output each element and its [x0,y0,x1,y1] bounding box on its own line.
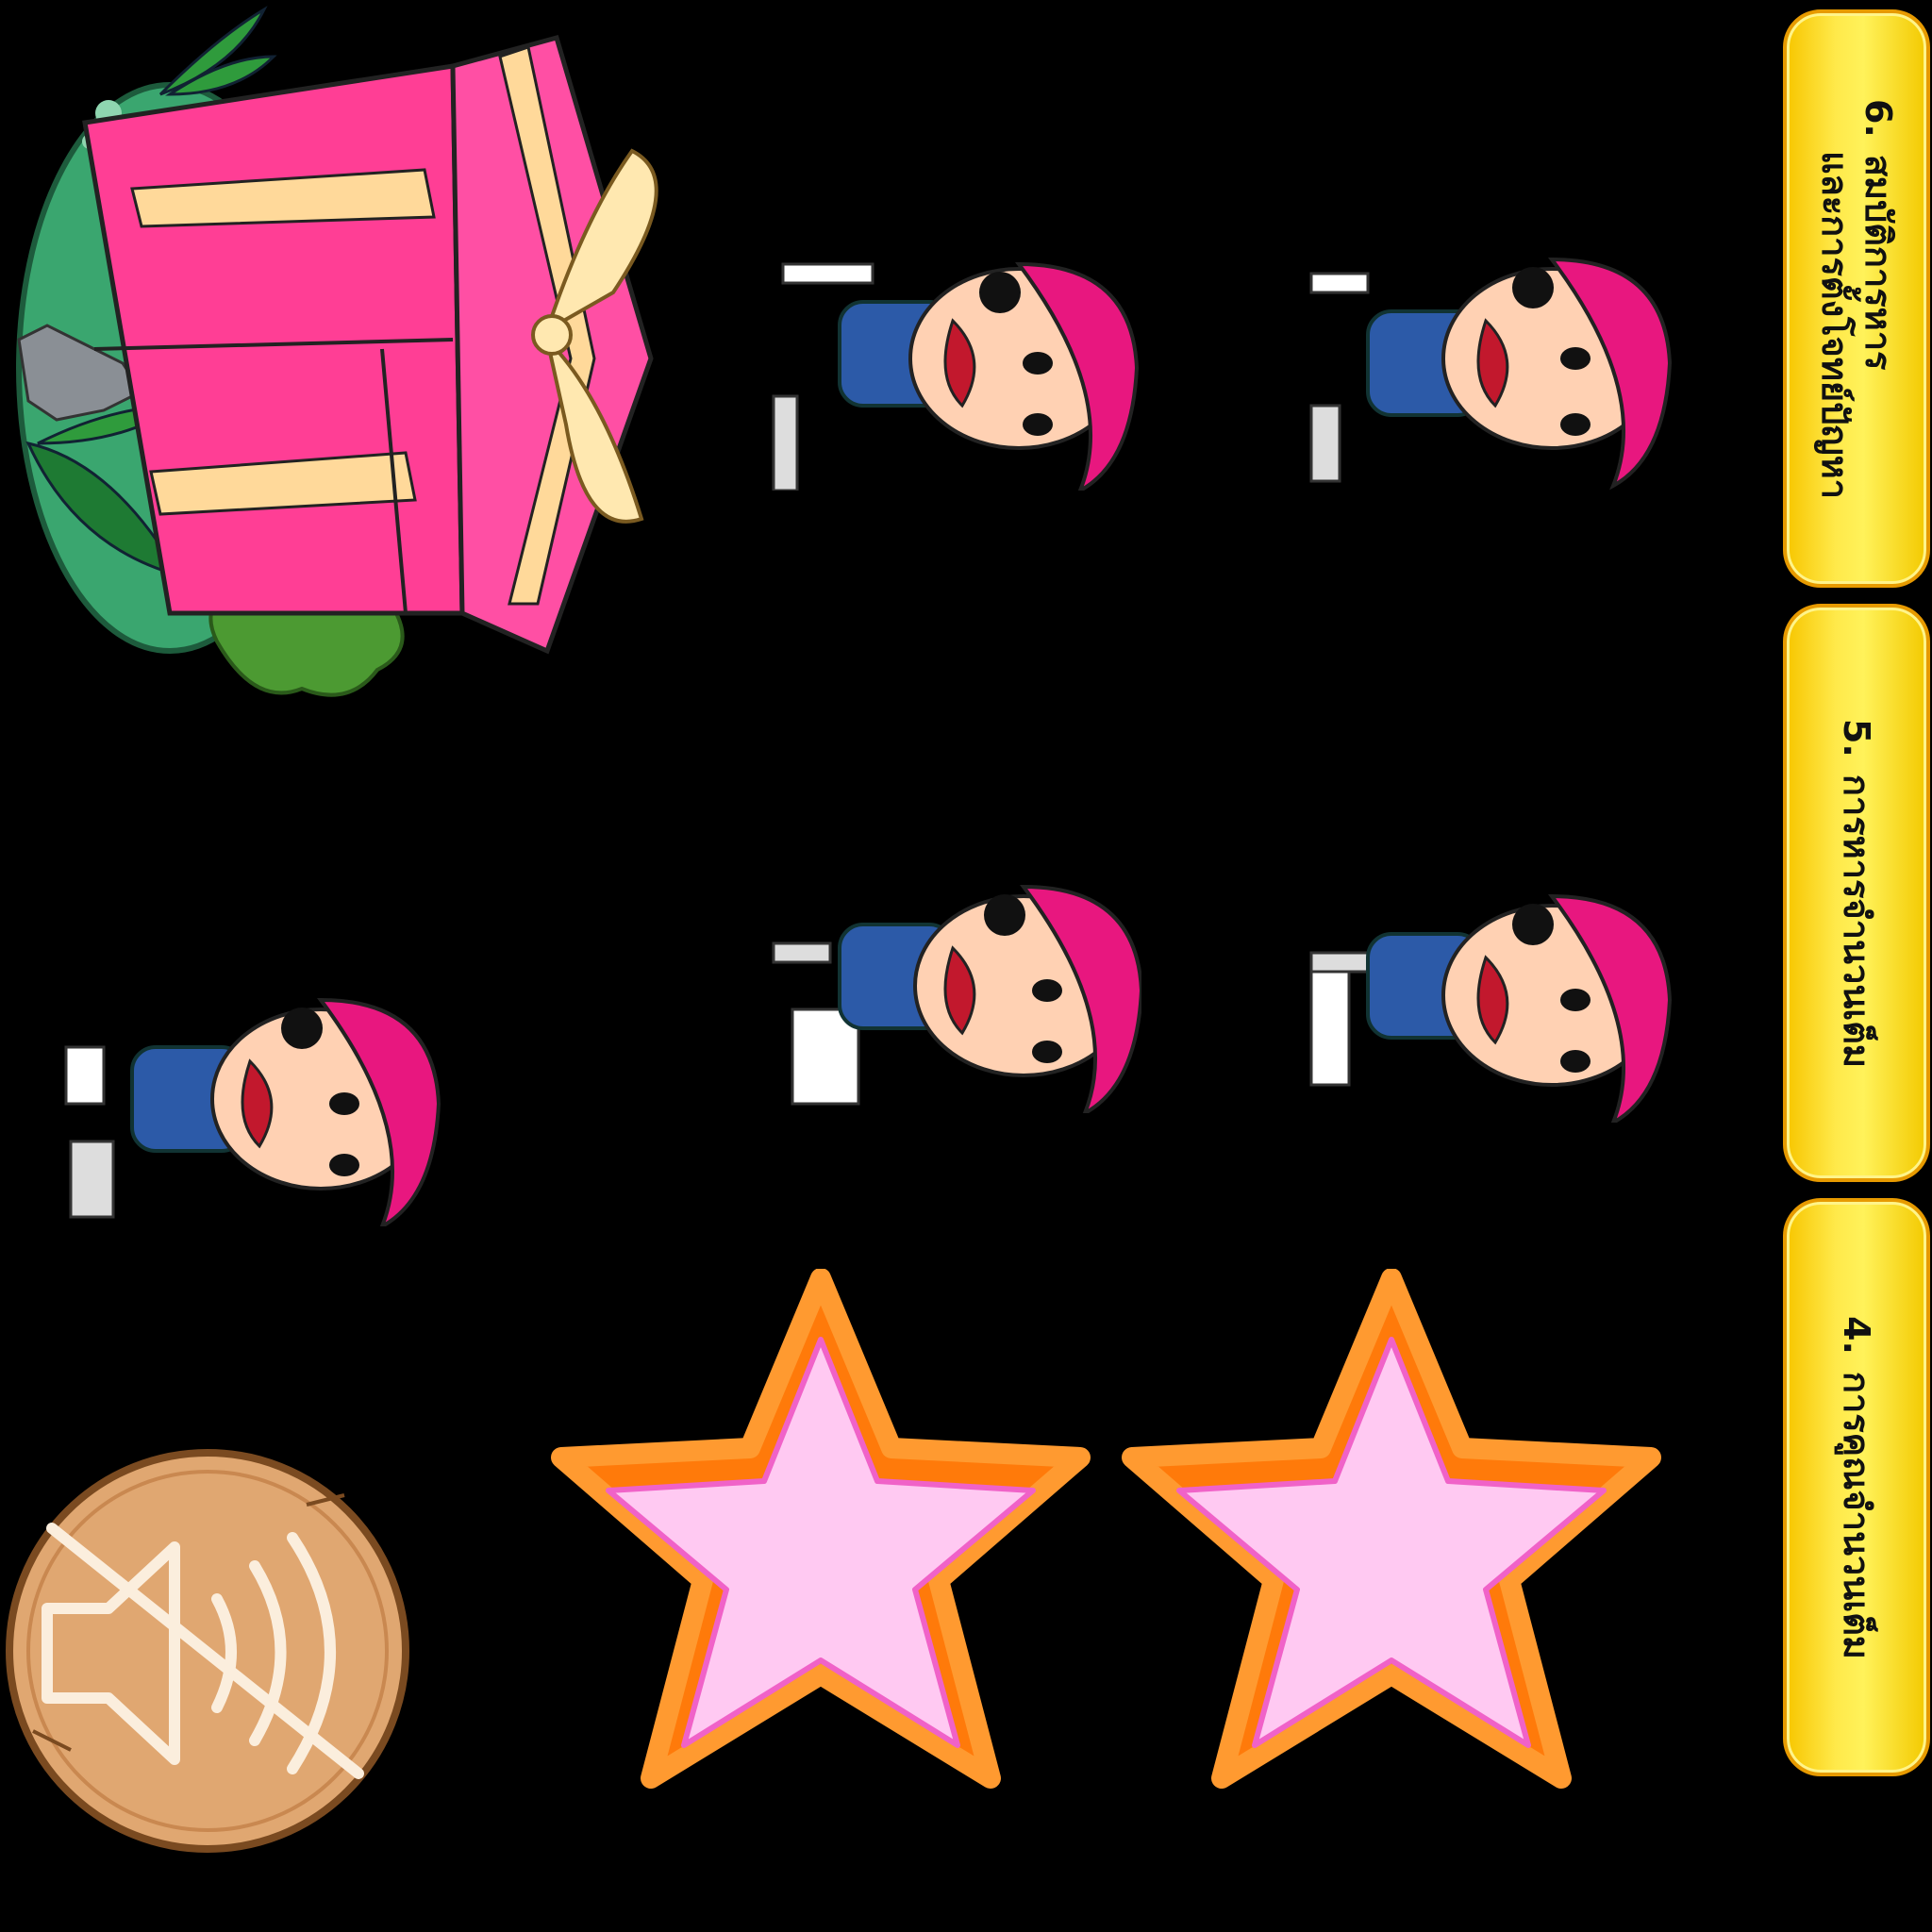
sound-muted-icon [6,1449,409,1853]
menu-button-5[interactable]: 5. การหารจำนวนเต็ม [1783,604,1930,1182]
star-icon [542,1269,1099,1797]
menu-button-5-number: 5. [1836,718,1877,758]
character-sprite-2 [1302,245,1679,491]
sound-toggle-button[interactable] [5,1448,410,1854]
character-sprite-4 [1302,877,1679,1123]
menu-button-4-number: 4. [1836,1315,1877,1355]
star-icon [1113,1269,1670,1797]
menu-button-4[interactable]: 4. การคูณจำนวนเต็ม [1783,1198,1930,1776]
menu-button-6-label: 6. สมบัติการหาร และการตั้งโจทย์ปัญหา [1813,98,1900,498]
menu-button-4-label: 4. การคูณจำนวนเต็ม [1835,1316,1878,1659]
gift-box-icon [9,0,689,736]
character-sprite-5 [57,981,453,1226]
menu-button-6-line2: และการตั้งโจทย์ปัญหา [1814,150,1856,499]
menu-button-6[interactable]: 6. สมบัติการหาร และการตั้งโจทย์ปัญหา [1783,9,1930,588]
menu-button-6-number: 6. [1857,98,1899,138]
character-sprite-3 [764,868,1141,1113]
menu-button-5-line1: การหารจำนวนเต็ม [1836,774,1877,1068]
menu-button-4-line1: การคูณจำนวนเต็ม [1836,1371,1877,1659]
character-sprite-1 [764,245,1141,491]
menu-button-6-line1: สมบัติการหาร [1857,154,1899,370]
menu-button-5-label: 5. การหารจำนวนเต็ม [1835,718,1878,1067]
